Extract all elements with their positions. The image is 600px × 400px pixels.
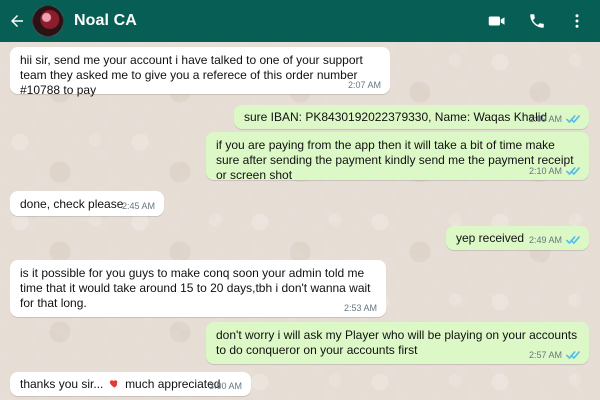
message-bubble-incoming[interactable]: is it possible for you guys to make conq… xyxy=(10,260,386,317)
message-text: don't worry i will ask my Player who wil… xyxy=(216,328,578,357)
message-text: hii sir, send me your account i have tal… xyxy=(20,53,363,97)
video-camera-icon[interactable] xyxy=(488,12,506,30)
double-check-icon xyxy=(566,166,580,176)
double-check-icon xyxy=(566,235,580,245)
message-text: is it possible for you guys to make conq… xyxy=(20,266,371,310)
message-meta: 2:07 AM xyxy=(348,80,381,90)
message-time: 2:49 AM xyxy=(528,235,562,245)
message-meta: 2:49 AM xyxy=(529,235,580,245)
message-text-after: much appreciated xyxy=(125,377,221,391)
double-check-icon xyxy=(566,350,580,360)
message-meta: 2:10 AM xyxy=(529,166,580,176)
more-vert-icon[interactable] xyxy=(568,12,586,30)
message-time: 3:00 AM xyxy=(208,381,242,391)
back-arrow-icon[interactable] xyxy=(8,12,26,30)
message-meta: 2:45 AM xyxy=(122,201,155,211)
message-meta: 2:53 AM xyxy=(344,303,377,313)
message-bubble-outgoing[interactable]: yep received 2:49 AM xyxy=(446,226,589,250)
chat-header: Noal CA xyxy=(0,0,600,42)
phone-icon[interactable] xyxy=(528,12,546,30)
heart-icon xyxy=(109,378,120,389)
message-bubble-incoming[interactable]: done, check please 2:45 AM xyxy=(10,191,164,216)
message-bubble-outgoing[interactable]: if you are paying from the app then it w… xyxy=(206,132,589,182)
message-bubble-incoming[interactable]: hii sir, send me your account i have tal… xyxy=(10,47,390,97)
message-meta: 2:09 AM xyxy=(529,114,580,124)
chat-title[interactable]: Noal CA xyxy=(74,12,137,30)
message-meta: 3:00 AM xyxy=(209,381,242,391)
double-check-icon xyxy=(566,114,580,124)
message-text: if you are paying from the app then it w… xyxy=(216,138,574,182)
message-text: thanks you sir... much appreciated xyxy=(20,377,241,392)
message-time: 2:10 AM xyxy=(528,166,562,176)
messages-list: hii sir, send me your account i have tal… xyxy=(0,42,600,400)
message-time: 2:09 AM xyxy=(528,114,562,124)
message-bubble-outgoing[interactable]: sure IBAN: PK8430192022379330, Name: Waq… xyxy=(234,105,589,129)
avatar[interactable] xyxy=(32,5,64,37)
message-time: 2:53 AM xyxy=(343,303,377,313)
message-meta: 2:57 AM xyxy=(529,350,580,360)
message-time: 2:57 AM xyxy=(528,350,562,360)
message-time: 2:45 AM xyxy=(121,201,155,211)
header-actions xyxy=(488,12,586,30)
message-text-before: thanks you sir... xyxy=(20,377,104,391)
chat-window: Noal CA hii sir, send me your account i … xyxy=(0,0,600,400)
message-bubble-outgoing[interactable]: don't worry i will ask my Player who wil… xyxy=(206,322,589,364)
message-bubble-incoming[interactable]: thanks you sir... much appreciated 3:00 … xyxy=(10,372,251,396)
message-time: 2:07 AM xyxy=(347,80,381,90)
